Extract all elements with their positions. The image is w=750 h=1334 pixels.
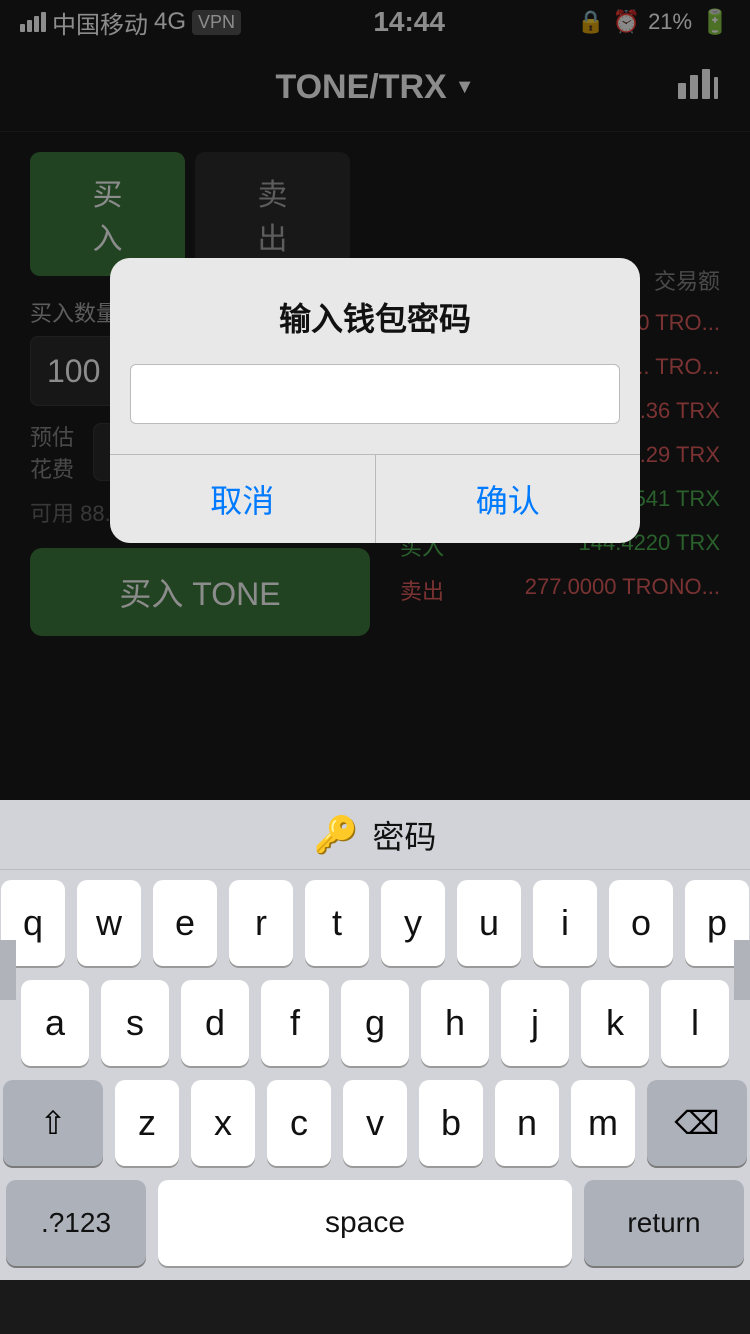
key-c[interactable]: c xyxy=(267,1080,331,1166)
cancel-button[interactable]: 取消 xyxy=(110,455,376,543)
key-g[interactable]: g xyxy=(341,980,409,1066)
dialog-buttons: 取消 确认 xyxy=(110,454,640,543)
return-key[interactable]: return xyxy=(584,1180,744,1266)
keyboard-side-left xyxy=(0,940,16,1000)
key-row-3: ⇧ z x c v b n m ⌫ xyxy=(6,1080,744,1166)
key-x[interactable]: x xyxy=(191,1080,255,1166)
password-input[interactable] xyxy=(130,364,620,424)
bottom-key-row: .?123 space return xyxy=(0,1180,750,1280)
keyboard-password-bar: 🔑 密码 xyxy=(0,800,750,870)
key-row-1: q w e r t y u i o p xyxy=(6,880,744,966)
dialog-input-wrap xyxy=(110,364,640,454)
key-v[interactable]: v xyxy=(343,1080,407,1166)
key-e[interactable]: e xyxy=(153,880,217,966)
key-l[interactable]: l xyxy=(661,980,729,1066)
dialog-title: 输入钱包密码 xyxy=(110,258,640,364)
delete-key[interactable]: ⌫ xyxy=(647,1080,747,1166)
key-m[interactable]: m xyxy=(571,1080,635,1166)
key-h[interactable]: h xyxy=(421,980,489,1066)
key-k[interactable]: k xyxy=(581,980,649,1066)
keyboard: 🔑 密码 q w e r t y u i o p a s d f g h j xyxy=(0,800,750,1280)
shift-key[interactable]: ⇧ xyxy=(3,1080,103,1166)
keyboard-password-label: 密码 xyxy=(372,812,436,858)
key-j[interactable]: j xyxy=(501,980,569,1066)
key-w[interactable]: w xyxy=(77,880,141,966)
key-f[interactable]: f xyxy=(261,980,329,1066)
key-row-2: a s d f g h j k l xyxy=(6,980,744,1066)
key-icon: 🔑 xyxy=(314,814,359,856)
key-r[interactable]: r xyxy=(229,880,293,966)
confirm-button[interactable]: 确认 xyxy=(376,455,641,543)
key-o[interactable]: o xyxy=(609,880,673,966)
key-y[interactable]: y xyxy=(381,880,445,966)
keys-rows: q w e r t y u i o p a s d f g h j k l ⇧ … xyxy=(0,870,750,1166)
key-b[interactable]: b xyxy=(419,1080,483,1166)
key-t[interactable]: t xyxy=(305,880,369,966)
numbers-key[interactable]: .?123 xyxy=(6,1180,146,1266)
key-a[interactable]: a xyxy=(21,980,89,1066)
key-s[interactable]: s xyxy=(101,980,169,1066)
dialog-box: 输入钱包密码 取消 确认 xyxy=(110,258,640,543)
key-n[interactable]: n xyxy=(495,1080,559,1166)
space-key[interactable]: space xyxy=(158,1180,572,1266)
keyboard-side-right xyxy=(734,940,750,1000)
dialog-overlay: 输入钱包密码 取消 确认 xyxy=(0,132,750,752)
key-i[interactable]: i xyxy=(533,880,597,966)
key-z[interactable]: z xyxy=(115,1080,179,1166)
key-u[interactable]: u xyxy=(457,880,521,966)
key-d[interactable]: d xyxy=(181,980,249,1066)
